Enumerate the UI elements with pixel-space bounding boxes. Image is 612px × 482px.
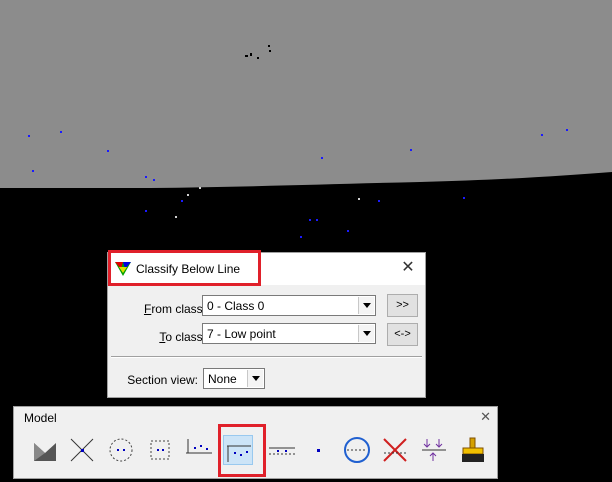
single-point-icon[interactable] [304,435,334,465]
arrows-icon[interactable] [419,435,449,465]
chevron-down-icon[interactable] [358,325,374,342]
from-class-value: 0 - Class 0 [207,299,265,313]
to-class-label: To class: [159,330,206,344]
to-class-select[interactable]: 7 - Low point [202,323,376,344]
title-highlight-box [108,250,261,286]
dialog-separator [111,356,422,358]
line-cross-icon[interactable] [67,435,97,465]
from-class-label: From class: [143,302,206,316]
section-view-label: Section view: [127,373,198,387]
chevron-down-icon[interactable] [358,297,374,314]
close-icon[interactable]: ✕ [399,258,417,278]
to-class-value: 7 - Low point [207,327,276,341]
tool-highlight-box [218,424,266,477]
swap-button[interactable]: <-> [387,323,418,346]
line-points-icon[interactable] [267,435,297,465]
section-view-select[interactable]: None [203,368,265,389]
toolbar-title: Model [24,411,57,425]
close-icon[interactable]: ✕ [480,409,491,425]
above-line-icon[interactable] [184,435,214,465]
red-cross-icon[interactable] [380,435,410,465]
rectangle-points-icon[interactable] [145,435,175,465]
chevron-down-icon[interactable] [247,370,263,387]
model-icon[interactable] [30,435,60,465]
from-class-select[interactable]: 0 - Class 0 [202,295,376,316]
forward-button[interactable]: >> [387,294,418,317]
section-view-value: None [208,372,237,386]
circle-line-icon[interactable] [342,435,372,465]
brush-icon[interactable] [458,435,488,465]
circle-points-icon[interactable] [106,435,136,465]
